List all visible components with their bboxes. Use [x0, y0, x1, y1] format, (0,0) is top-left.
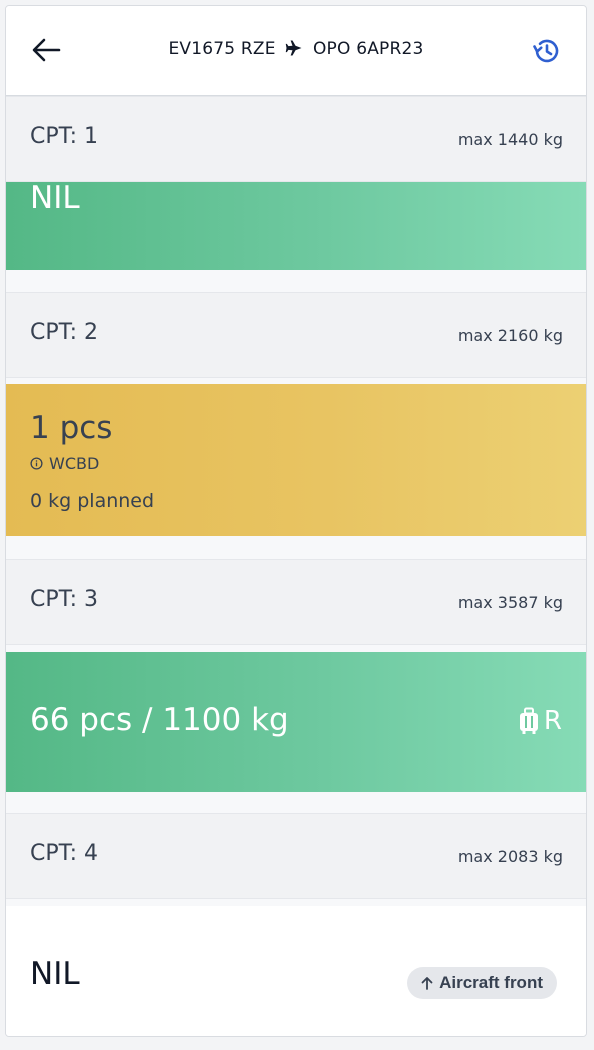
- compartment-2-header[interactable]: CPT: 2 max 2160 kg: [6, 292, 586, 378]
- compartment-1-header[interactable]: CPT: 1 max 1440 kg: [6, 96, 586, 182]
- baggage-type-code: R: [543, 706, 562, 736]
- compartment-name: CPT: 4: [30, 841, 99, 866]
- screen: EV1675 RZE OPO 6APR23 CPT: 1 max 1440 kg…: [5, 5, 587, 1037]
- compartment-2-load[interactable]: 1 pcs WCBD 0 kg planned: [6, 384, 586, 536]
- compartment-max-weight: max 2083 kg: [457, 847, 563, 866]
- special-load-info: WCBD: [30, 454, 99, 473]
- info-icon: [30, 457, 43, 470]
- aircraft-front-badge: Aircraft front: [407, 967, 557, 999]
- aircraft-front-label: Aircraft front: [439, 973, 543, 992]
- compartment-max-weight: max 1440 kg: [457, 130, 563, 149]
- compartment-max-weight: max 3587 kg: [457, 593, 563, 612]
- compartment-name: CPT: 3: [30, 587, 99, 612]
- planned-weight: 0 kg planned: [30, 490, 155, 512]
- load-summary: 1 pcs: [30, 410, 113, 446]
- baggage-type-tag: R: [518, 706, 562, 736]
- compartment-1-load[interactable]: NIL: [6, 180, 586, 270]
- compartment-4-load[interactable]: NIL Aircraft front: [6, 906, 586, 1036]
- flight-date: 6APR23: [356, 39, 424, 59]
- compartment-max-weight: max 2160 kg: [457, 326, 563, 345]
- load-summary: NIL: [30, 180, 80, 216]
- origin-code: RZE: [240, 39, 276, 59]
- compartment-3-header[interactable]: CPT: 3 max 3587 kg: [6, 559, 586, 645]
- history-button[interactable]: [528, 33, 564, 69]
- top-bar: EV1675 RZE OPO 6APR23: [6, 6, 586, 96]
- special-load-code: WCBD: [49, 454, 100, 473]
- luggage-icon: [519, 707, 538, 734]
- compartment-4-header[interactable]: CPT: 4 max 2083 kg: [6, 813, 586, 899]
- history-icon: [533, 39, 559, 63]
- destination-code: OPO: [312, 39, 351, 59]
- load-summary: 66 pcs / 1100 kg: [30, 702, 289, 738]
- load-summary: NIL: [30, 956, 80, 992]
- compartment-name: CPT: 1: [30, 124, 99, 149]
- arrow-up-icon: [421, 977, 433, 990]
- flight-number: EV1675: [168, 39, 236, 59]
- airplane-icon: [286, 40, 302, 56]
- compartment-name: CPT: 2: [30, 320, 99, 345]
- flight-title: EV1675 RZE OPO 6APR23: [6, 39, 586, 59]
- compartment-3-load[interactable]: 66 pcs / 1100 kg R: [6, 652, 586, 792]
